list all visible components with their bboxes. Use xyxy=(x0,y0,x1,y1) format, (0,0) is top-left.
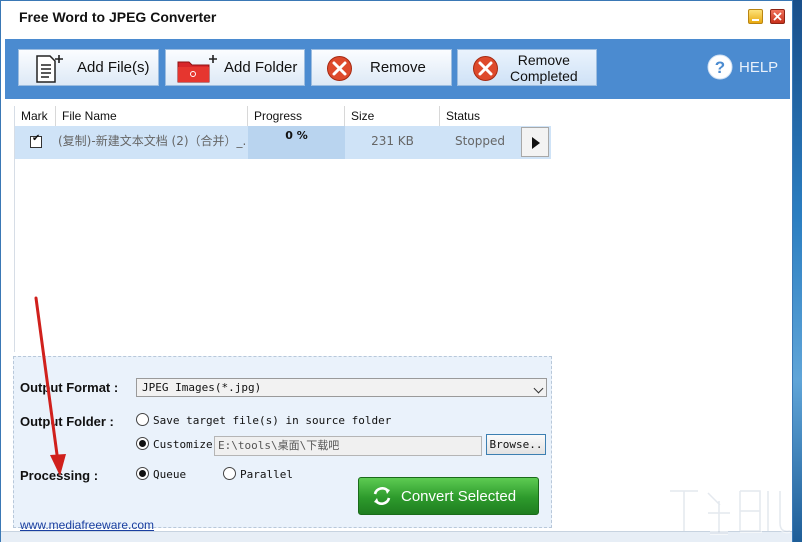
remove-completed-line1: Remove xyxy=(517,51,570,68)
title-bar: Free Word to JPEG Converter xyxy=(1,1,792,35)
help-icon: ? xyxy=(707,54,733,80)
refresh-icon xyxy=(373,487,391,505)
remove-label: Remove xyxy=(370,59,426,76)
preview-pane xyxy=(551,106,791,526)
window-title: Free Word to JPEG Converter xyxy=(19,9,217,25)
customize-radio[interactable] xyxy=(136,437,149,450)
website-link[interactable]: www.mediafreeware.com xyxy=(20,518,154,532)
help-label: HELP xyxy=(739,58,779,76)
column-header-progress[interactable]: Progress xyxy=(248,106,345,126)
file-list: Mark File Name Progress Size Status (复制)… xyxy=(14,106,551,352)
toolbar: Add File(s) Add Folder Remove Remove Com… xyxy=(5,39,790,99)
save-in-source-radio[interactable] xyxy=(136,413,149,426)
output-format-select[interactable]: JPEG Images(*.jpg) xyxy=(136,378,547,397)
processing-label: Processing : xyxy=(20,468,99,483)
remove-icon xyxy=(327,56,352,81)
add-files-label: Add File(s) xyxy=(77,59,150,76)
watermark-logo xyxy=(670,489,791,535)
output-format-value: JPEG Images(*.jpg) xyxy=(142,381,262,394)
play-button[interactable] xyxy=(521,127,549,157)
save-in-source-label[interactable]: Save target file(s) in source folder xyxy=(153,414,391,427)
table-row[interactable]: (复制)-新建文本文档 (2)（合并）_... 0 % 231 KB Stopp… xyxy=(15,126,551,159)
output-format-label: Output Format : xyxy=(20,380,119,395)
convert-selected-label: Convert Selected xyxy=(401,487,517,505)
row-checkbox[interactable] xyxy=(30,133,42,148)
svg-text:?: ? xyxy=(715,58,725,77)
queue-label[interactable]: Queue xyxy=(153,468,186,481)
add-file-icon xyxy=(36,55,63,83)
app-window: Free Word to JPEG Converter Add File(s) xyxy=(0,0,793,542)
parallel-label[interactable]: Parallel xyxy=(240,468,293,481)
remove-completed-label: Remove Completed xyxy=(510,52,578,84)
remove-completed-button[interactable]: Remove Completed xyxy=(457,49,597,86)
column-header-mark[interactable]: Mark xyxy=(15,106,56,126)
desktop-background xyxy=(792,0,802,542)
customize-label[interactable]: Customize xyxy=(153,438,213,451)
options-panel: Output Format : JPEG Images(*.jpg) Outpu… xyxy=(13,356,552,532)
progress-cell: 0 % xyxy=(248,126,345,159)
chevron-down-icon xyxy=(533,383,544,394)
output-folder-path-field[interactable]: E:\tools\桌面\下载吧 xyxy=(214,436,482,456)
browse-button[interactable]: Browse.. xyxy=(486,434,546,455)
add-folder-button[interactable]: Add Folder xyxy=(165,49,305,86)
column-header-file-name[interactable]: File Name xyxy=(56,106,248,126)
add-folder-label: Add Folder xyxy=(224,59,298,76)
queue-radio[interactable] xyxy=(136,467,149,480)
add-folder-icon xyxy=(177,55,217,83)
add-files-button[interactable]: Add File(s) xyxy=(18,49,159,86)
remove-button[interactable]: Remove xyxy=(311,49,452,86)
file-name-cell: (复制)-新建文本文档 (2)（合并）_... xyxy=(58,134,246,148)
output-folder-label: Output Folder : xyxy=(20,414,114,429)
remove-completed-line2: Completed xyxy=(510,67,578,84)
size-cell: 231 KB xyxy=(371,134,414,148)
minimize-button[interactable] xyxy=(748,9,763,24)
status-cell: Stopped xyxy=(455,134,505,148)
close-button[interactable] xyxy=(770,9,785,24)
parallel-radio[interactable] xyxy=(223,467,236,480)
help-button[interactable]: ? HELP xyxy=(707,53,778,81)
close-icon xyxy=(773,12,782,21)
column-header-size[interactable]: Size xyxy=(345,106,440,126)
column-header-status[interactable]: Status xyxy=(440,106,520,126)
remove-completed-icon xyxy=(473,56,498,81)
convert-selected-button[interactable]: Convert Selected xyxy=(358,477,539,515)
